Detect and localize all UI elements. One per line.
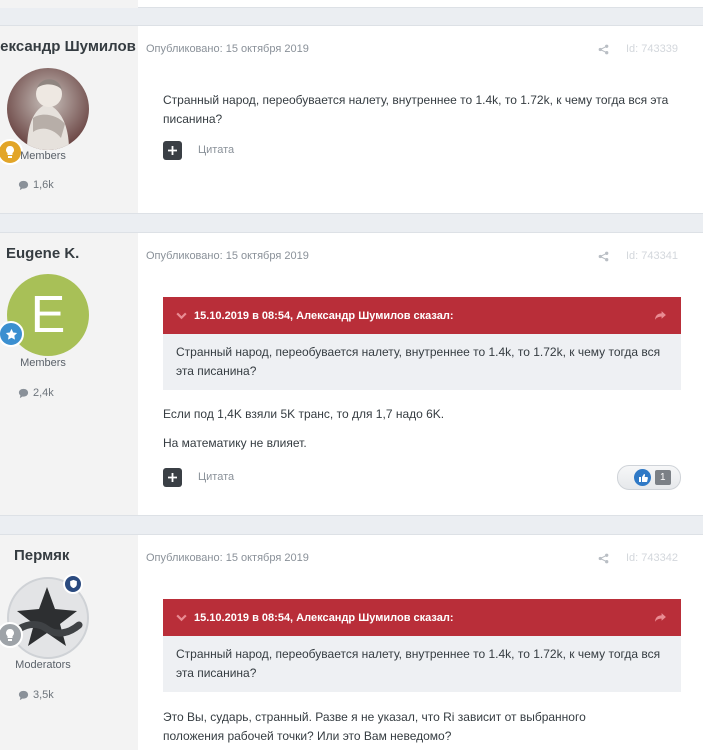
post-date[interactable]: Опубликовано: 15 октября 2019 — [146, 552, 309, 564]
share-arrow-icon[interactable] — [654, 309, 667, 322]
quote-header[interactable]: 15.10.2019 в 08:54, Александр Шумилов ск… — [163, 297, 681, 334]
post-id[interactable]: Id: 743339 — [626, 43, 678, 55]
comment-icon — [18, 388, 29, 398]
post-paragraph: На математику не влияет. — [163, 436, 307, 450]
post-date[interactable]: Опубликовано: 15 октября 2019 — [146, 43, 309, 55]
quote-block: 15.10.2019 в 08:54, Александр Шумилов ск… — [163, 297, 681, 390]
post-content: Это Вы, сударь, странный. Разве я не ука… — [163, 708, 603, 746]
quote-citation: 15.10.2019 в 08:54, Александр Шумилов ск… — [194, 309, 454, 322]
post-id[interactable]: Id: 743342 — [626, 552, 678, 564]
quote-body: Странный народ, переобувается налету, вн… — [163, 334, 681, 390]
post: Eugene K. E Members 2,4k Опубликовано: 1… — [0, 232, 703, 516]
post-id[interactable]: Id: 743341 — [626, 250, 678, 262]
share-icon[interactable] — [598, 251, 609, 262]
user-group: Members — [20, 357, 66, 369]
share-icon[interactable] — [598, 553, 609, 564]
avatar[interactable] — [7, 68, 89, 150]
moderator-shield-icon — [63, 574, 83, 594]
multiquote-plus-icon — [168, 473, 177, 482]
author-sidebar — [0, 233, 138, 515]
comment-icon — [18, 690, 29, 700]
quote-header[interactable]: 15.10.2019 в 08:54, Александр Шумилов ск… — [163, 599, 681, 636]
post: Александр Шумилов Members 1,6k Опубликов… — [0, 25, 703, 214]
reaction-button[interactable]: 1 — [617, 465, 681, 490]
author-name[interactable]: Eugene K. — [6, 245, 79, 262]
thumbs-up-icon — [634, 469, 651, 486]
quote-button[interactable]: Цитата — [198, 471, 234, 483]
previous-post-edge — [0, 0, 703, 8]
post-content: Если под 1,4K взяли 5K транс, то для 1,7… — [163, 405, 683, 453]
post-paragraph: Странный народ, переобувается налету, вн… — [163, 93, 669, 126]
author-name[interactable]: Александр Шумилов — [0, 38, 136, 55]
post-paragraph: Если под 1,4K взяли 5K транс, то для 1,7… — [163, 407, 445, 421]
share-arrow-icon[interactable] — [654, 611, 667, 624]
multiquote-button[interactable] — [163, 468, 182, 487]
user-group: Members — [20, 150, 66, 162]
post-date[interactable]: Опубликовано: 15 октября 2019 — [146, 250, 309, 262]
post-count: 1,6k — [18, 179, 54, 191]
post-content: Странный народ, переобувается налету, вн… — [163, 91, 683, 129]
author-name[interactable]: Пермяк — [14, 547, 69, 564]
quote-body: Странный народ, переобувается налету, вн… — [163, 636, 681, 692]
avatar-letter: E — [30, 286, 66, 344]
share-icon[interactable] — [598, 44, 609, 55]
chevron-down-icon[interactable] — [175, 309, 188, 322]
multiquote-plus-icon — [168, 146, 177, 155]
post: Пермяк Moderators 3,5k Опубликовано: 15 … — [0, 534, 703, 750]
multiquote-button[interactable] — [163, 141, 182, 160]
post-paragraph: Это Вы, сударь, странный. Разве я не ука… — [163, 710, 586, 743]
post-count: 3,5k — [18, 689, 54, 701]
user-group: Moderators — [15, 659, 71, 671]
post-count: 2,4k — [18, 387, 54, 399]
reaction-count: 1 — [655, 470, 671, 485]
comment-icon — [18, 180, 29, 190]
quote-citation: 15.10.2019 в 08:54, Александр Шумилов ск… — [194, 611, 454, 624]
chevron-down-icon[interactable] — [175, 611, 188, 624]
quote-block: 15.10.2019 в 08:54, Александр Шумилов ск… — [163, 599, 681, 692]
quote-button[interactable]: Цитата — [198, 144, 234, 156]
